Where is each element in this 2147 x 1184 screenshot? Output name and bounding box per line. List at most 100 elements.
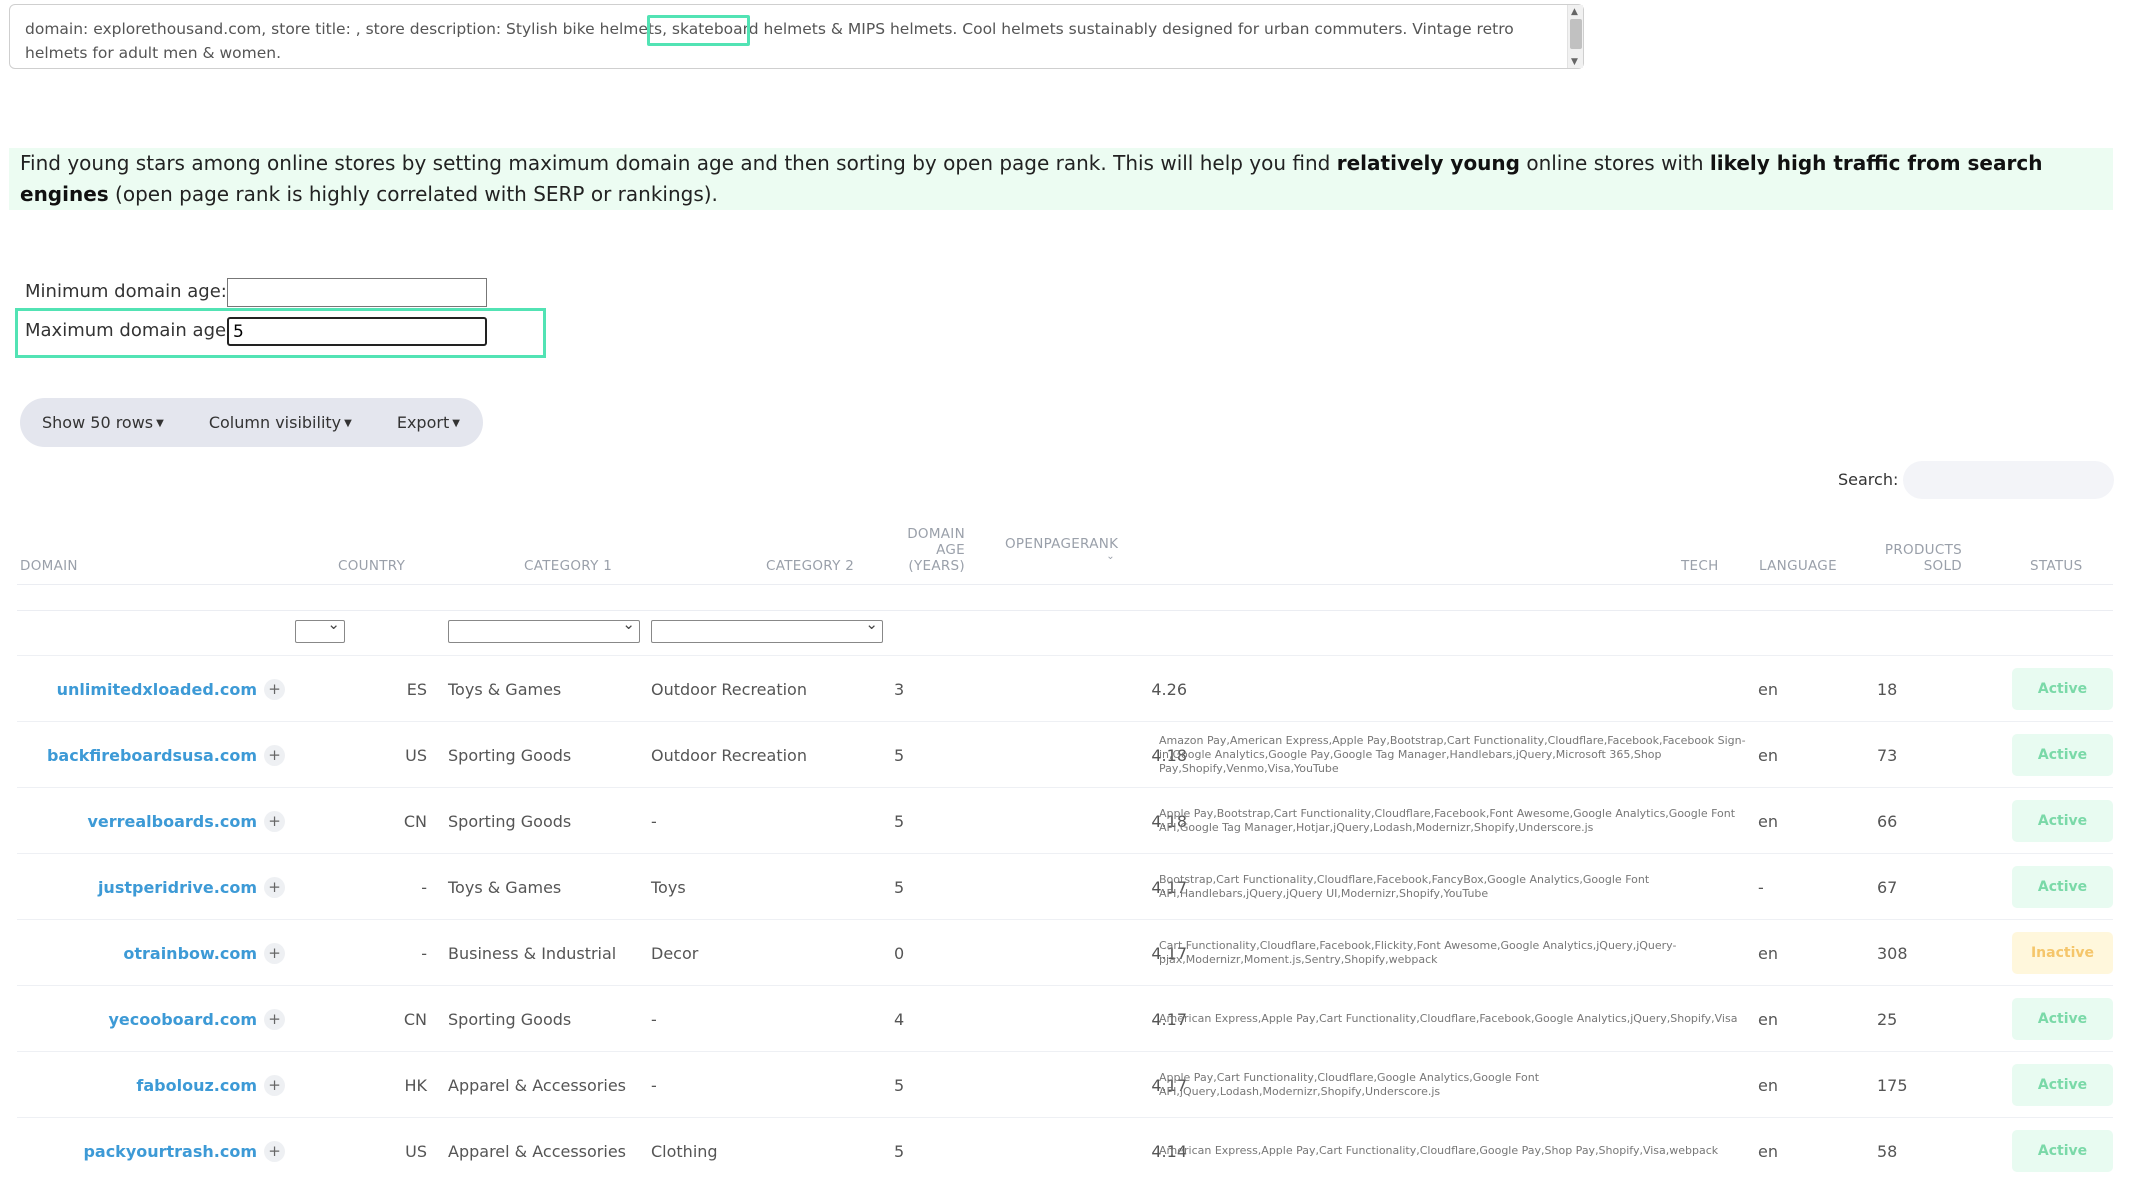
col-header-tech[interactable]: TECH [1681,558,1719,574]
table-row: fabolouz.com + HK Apparel & Accessories -… [17,1051,2113,1117]
col-header-age-line3: (YEARS) [908,558,965,574]
col-header-domain-age[interactable]: DOMAIN AGE (YEARS) [900,526,965,574]
domain-link[interactable]: verrealboards.com [87,812,257,831]
export-button[interactable]: Export ▼ [397,413,460,432]
col-header-products-sold[interactable]: PRODUCTS SOLD [1870,542,1962,574]
expand-row-icon[interactable]: + [264,810,285,832]
tech-cell: Apple Pay,Bootstrap,Cart Functionality,C… [1159,807,1736,834]
expand-row-icon[interactable]: + [264,678,285,700]
category2-filter-select[interactable] [651,615,883,643]
search-label: Search: [1838,470,1899,489]
category1-cell: Sporting Goods [448,811,572,831]
category1-cell: Apparel & Accessories [448,1141,626,1161]
products-sold-cell: 18 [1877,679,1898,699]
show-rows-button[interactable]: Show 50 rows ▼ [42,413,164,432]
expand-row-icon[interactable]: + [264,876,285,898]
header-divider [17,584,2113,585]
col-header-category1[interactable]: CATEGORY 1 [524,558,612,574]
products-sold-cell: 66 [1877,811,1898,831]
country-filter-select[interactable] [295,615,345,643]
col-header-country[interactable]: COUNTRY [338,558,405,574]
tech-cell: Bootstrap,Cart Functionality,Cloudflare,… [1159,873,1650,900]
table-row: packyourtrash.com + US Apparel & Accessor… [17,1117,2113,1175]
col-header-age-line1: DOMAIN [907,526,965,542]
expand-row-icon[interactable]: + [264,1074,285,1096]
description-line-2: helmets for adult men & women. [25,44,282,62]
col-header-category2[interactable]: CATEGORY 2 [766,558,854,574]
country-cell: CN [403,811,427,831]
domain-link[interactable]: yecooboard.com [108,1010,257,1029]
status-badge: Active [2012,800,2113,842]
products-sold-cell: 67 [1877,877,1898,897]
tech-cell: Cart Functionality,Cloudflare,Facebook,F… [1159,939,1677,966]
domain-link[interactable]: otrainbow.com [123,944,257,963]
max-domain-age-label: Maximum domain age: [25,320,233,341]
info-text-2: online stores with [1519,151,1710,175]
col-header-rank-label: OPENPAGERANK [1005,536,1119,552]
products-sold-cell: 308 [1877,943,1908,963]
scroll-thumb[interactable] [1570,19,1582,49]
language-cell: en [1758,745,1778,765]
country-cell: ES [406,679,427,699]
domain-age-cell: 5 [894,1141,905,1161]
col-header-sold-line1: PRODUCTS [1884,542,1962,558]
status-badge: Inactive [2012,932,2113,974]
search-input[interactable] [1903,461,2114,499]
col-header-language[interactable]: LANGUAGE [1759,558,1837,574]
table-row: otrainbow.com + - Business & Industrial D… [17,919,2113,985]
status-badge: Active [2012,1064,2113,1106]
country-cell: - [421,877,427,897]
domain-link[interactable]: backfireboardsusa.com [47,746,257,765]
category1-cell: Sporting Goods [448,1009,572,1029]
info-text-3: (open page rank is highly correlated wit… [108,182,718,206]
language-cell: en [1758,1009,1778,1029]
scroll-down-icon[interactable]: ▼ [1571,57,1578,67]
info-banner: Find young stars among online stores by … [9,148,2113,210]
info-text-1: Find young stars among online stores by … [20,151,1337,175]
category1-cell: Toys & Games [448,679,562,699]
table-row: justperidrive.com + - Toys & Games Toys 5… [17,853,2113,919]
min-domain-age-input[interactable] [227,278,487,307]
info-bold-1: relatively young [1336,151,1520,175]
max-domain-age-input[interactable] [227,317,487,346]
status-badge: Active [2012,866,2113,908]
country-cell: HK [404,1075,427,1095]
country-cell: - [421,943,427,963]
col-header-domain[interactable]: DOMAIN [20,558,78,574]
domain-link[interactable]: unlimitedxloaded.com [57,680,257,699]
caret-down-icon: ▼ [344,418,352,429]
filter-row-top-divider [17,610,2113,611]
expand-row-icon[interactable]: + [264,1140,285,1162]
category2-cell: Toys [651,877,686,897]
domain-link[interactable]: packyourtrash.com [83,1142,257,1161]
status-badge: Active [2012,734,2113,776]
table-row: backfireboardsusa.com + US Sporting Goods… [17,721,2113,787]
domain-age-cell: 4 [894,1009,905,1029]
expand-row-icon[interactable]: + [264,744,285,766]
expand-row-icon[interactable]: + [264,942,285,964]
col-header-openpagerank[interactable]: OPENPAGERANK ⌄ [1005,536,1118,562]
category1-filter-select[interactable] [448,615,640,643]
domain-link[interactable]: fabolouz.com [136,1076,257,1095]
language-cell: en [1758,1141,1778,1161]
col-header-status[interactable]: STATUS [2030,558,2082,574]
products-sold-cell: 73 [1877,745,1898,765]
country-cell: CN [403,1009,427,1029]
category1-cell: Sporting Goods [448,745,572,765]
show-rows-label: Show 50 rows [42,413,154,432]
export-label: Export [396,413,450,432]
col-header-sold-line2: SOLD [1923,558,1962,574]
domain-link[interactable]: justperidrive.com [98,878,257,897]
expand-row-icon[interactable]: + [264,1008,285,1030]
table-row: verrealboards.com + CN Sporting Goods - 5… [17,787,2113,853]
scroll-up-icon[interactable]: ▲ [1571,7,1578,17]
store-description-textarea[interactable]: domain: explorethousand.com, store title… [9,4,1584,69]
table-row: unlimitedxloaded.com + ES Toys & Games Ou… [17,655,2113,721]
min-domain-age-label: Minimum domain age: [25,281,227,302]
column-visibility-button[interactable]: Column visibility ▼ [209,413,352,432]
language-cell: en [1758,679,1778,699]
products-sold-cell: 175 [1877,1075,1908,1095]
status-badge: Active [2012,668,2113,710]
domain-age-cell: 5 [894,877,905,897]
description-scrollbar[interactable]: ▲ ▼ [1567,5,1583,68]
